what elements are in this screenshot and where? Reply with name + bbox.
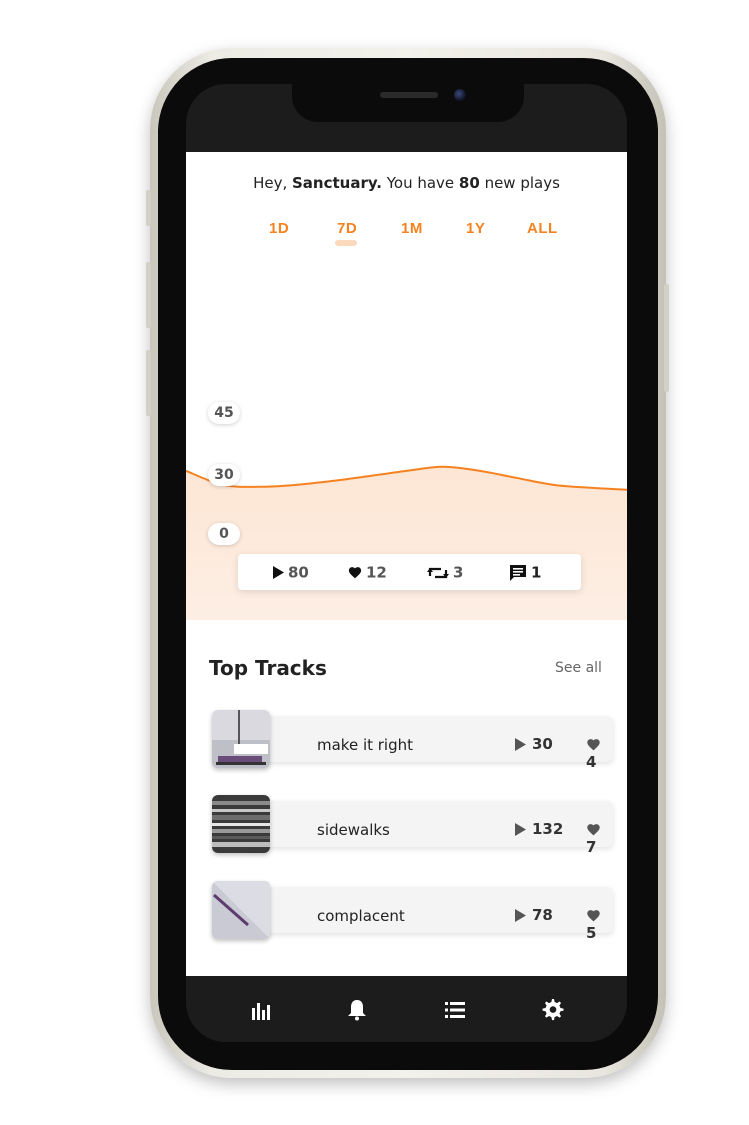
track-likes-count: 5 (586, 924, 597, 942)
likes-count: 12 (366, 563, 387, 582)
reposts-count: 3 (453, 563, 464, 582)
chart-area-fill (186, 466, 627, 620)
greeting-suffix: new plays (479, 174, 560, 192)
tab-all[interactable]: ALL (527, 220, 558, 237)
comment-icon (510, 564, 526, 581)
tab-1m[interactable]: 1M (401, 220, 423, 237)
period-tabs: 1D 7D 1M 1Y ALL (186, 220, 627, 250)
plays-stat: 80 (272, 554, 309, 590)
y-tick-label: 30 (208, 464, 240, 486)
play-icon (515, 823, 526, 836)
stats-icon[interactable] (249, 998, 273, 1022)
heart-icon (587, 824, 600, 836)
track-card: complacent 78 5 (242, 887, 613, 942)
gear-icon[interactable] (541, 998, 565, 1022)
heart-icon (587, 910, 600, 922)
track-card: sidewalks 132 7 (242, 801, 613, 856)
track-row[interactable]: complacent 78 5 (212, 881, 613, 942)
top-tracks-title: Top Tracks (209, 656, 327, 680)
track-title: sidewalks (317, 821, 390, 839)
notch (292, 84, 524, 122)
track-row[interactable]: sidewalks 132 7 (212, 795, 613, 856)
user-name: Sanctuary. (291, 174, 382, 192)
volume-up-button (146, 262, 151, 328)
y-tick-label: 45 (208, 402, 240, 424)
screen: Hey, Sanctuary. You have 80 new plays 1D… (186, 84, 627, 1042)
volume-down-button (146, 350, 151, 416)
selected-tab-indicator (335, 240, 357, 246)
front-camera (454, 89, 466, 101)
track-plays: 78 (514, 906, 553, 924)
new-plays-count: 80 (458, 174, 480, 192)
track-likes: 4 (586, 735, 613, 771)
track-likes-count: 7 (586, 838, 597, 856)
comments-stat: 1 (509, 554, 541, 590)
plays-count: 80 (288, 563, 309, 582)
track-plays-count: 132 (532, 820, 564, 838)
track-artwork (212, 795, 270, 853)
greeting-middle: You have (381, 174, 459, 192)
play-icon (515, 738, 526, 751)
comments-count: 1 (531, 563, 542, 582)
heart-icon (348, 567, 362, 579)
heart-icon (587, 739, 600, 751)
dashboard-content: Hey, Sanctuary. You have 80 new plays 1D… (186, 152, 627, 976)
tab-1y[interactable]: 1Y (466, 220, 485, 237)
repost-icon (427, 567, 449, 578)
bell-icon[interactable] (345, 998, 369, 1022)
likes-stat: 12 (348, 554, 387, 590)
track-plays-count: 78 (532, 906, 553, 924)
track-card: make it right 30 4 (242, 716, 613, 771)
track-likes: 5 (586, 906, 613, 942)
greeting-text: Hey, Sanctuary. You have 80 new plays (186, 174, 627, 192)
bottom-tab-bar (186, 976, 627, 1042)
stats-summary-bar: 80 12 3 1 (238, 554, 581, 590)
y-tick-label: 0 (208, 523, 240, 545)
see-all-link[interactable]: See all (555, 660, 602, 676)
track-likes-count: 4 (586, 753, 597, 771)
tab-1d[interactable]: 1D (269, 220, 289, 237)
list-icon[interactable] (443, 998, 467, 1022)
track-likes: 7 (586, 820, 613, 856)
greeting-prefix: Hey, (253, 174, 292, 192)
track-artwork (212, 710, 270, 768)
silent-switch (146, 190, 151, 226)
tab-7d[interactable]: 7D (335, 220, 357, 246)
power-button (664, 284, 669, 392)
speaker-grille (380, 92, 438, 98)
reposts-stat: 3 (427, 554, 463, 590)
track-artwork (212, 881, 270, 939)
track-plays: 30 (514, 735, 553, 753)
track-title: complacent (317, 907, 405, 925)
track-title: make it right (317, 736, 414, 754)
track-row[interactable]: make it right 30 4 (212, 710, 613, 771)
play-icon (273, 566, 284, 579)
track-plays-count: 30 (532, 735, 553, 753)
track-plays: 132 (514, 820, 563, 838)
play-icon (515, 909, 526, 922)
